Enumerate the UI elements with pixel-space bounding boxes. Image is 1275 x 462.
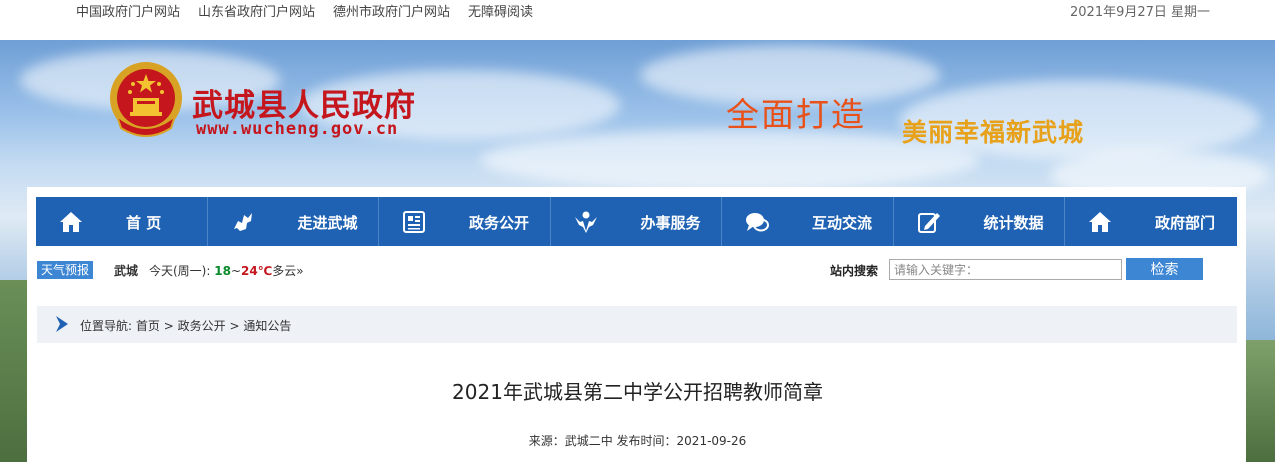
search-button[interactable]: 检索 [1126, 258, 1203, 280]
nav-about-wucheng[interactable]: 走进武城 [208, 197, 379, 246]
search-input[interactable] [889, 259, 1122, 280]
breadcrumb-prefix: 位置导航: [80, 319, 133, 333]
nav-services[interactable]: 办事服务 [551, 197, 722, 246]
search-label: 站内搜索 [830, 264, 879, 278]
top-link-accessibility[interactable]: 无障碍阅读 [468, 1, 533, 20]
top-link-dezhou-gov[interactable]: 德州市政府门户网站 [333, 1, 450, 20]
slogan-line-2: 美丽幸福新武城 [902, 118, 1085, 147]
weather-low: 18 [214, 264, 231, 278]
nav-interaction-label: 互动交流 [812, 214, 873, 232]
top-bar: 中国政府门户网站 山东省政府门户网站 德州市政府门户网站 无障碍阅读 2021年… [0, 0, 1275, 40]
breadcrumb-arrow-icon [56, 316, 68, 332]
nav-gov-affairs[interactable]: 政务公开 [379, 197, 551, 246]
article-title: 2021年武城县第二中学公开招聘教师简章 [452, 380, 823, 404]
top-link-shandong-gov[interactable]: 山东省政府门户网站 [198, 1, 315, 20]
weather-high: 24℃ [241, 264, 273, 278]
article-meta: 来源：武城二中 发布时间：2021-09-26 [528, 434, 747, 448]
chat-icon [746, 213, 769, 232]
nav-home-label: 首 页 [126, 214, 162, 232]
breadcrumb-gov-affairs[interactable]: 政务公开 [178, 319, 226, 333]
document-icon [403, 211, 425, 233]
weather-day: 今天(周一): [149, 264, 211, 278]
nav-statistics-label: 统计数据 [983, 214, 1044, 232]
top-links: 中国政府门户网站 山东省政府门户网站 德州市政府门户网站 无障碍阅读 [76, 1, 551, 20]
nav-about-label: 走进武城 [297, 214, 358, 232]
weather-forecast[interactable]: 今天(周一): 18~24℃多云» [149, 262, 304, 279]
nav-home[interactable]: 首 页 [36, 197, 208, 246]
weather-city: 武城 [114, 264, 139, 278]
slogan-line-1: 全面打造 [726, 95, 866, 134]
breadcrumb: 位置导航: 首页 > 政务公开 > 通知公告 [80, 319, 292, 333]
building-icon [1089, 212, 1111, 232]
current-date: 2021年9月27日 星期一 [1070, 5, 1211, 20]
nav-services-label: 办事服务 [640, 214, 701, 232]
nav-departments-label: 政府部门 [1155, 214, 1216, 232]
service-person-icon [574, 211, 597, 233]
nav-statistics[interactable]: 统计数据 [894, 197, 1065, 246]
nav-departments[interactable]: 政府部门 [1065, 197, 1237, 246]
edit-data-icon [917, 213, 940, 233]
map-icon [233, 213, 252, 231]
weather-sep: ~ [230, 264, 242, 278]
breadcrumb-home[interactable]: 首页 [136, 319, 160, 333]
top-link-central-gov[interactable]: 中国政府门户网站 [76, 1, 180, 20]
main-nav: 首 页 走进武城 政务公开 办事服务 互动交流 统计数据 政府部门 [36, 197, 1237, 246]
nav-gov-affairs-label: 政务公开 [469, 214, 530, 232]
nav-interaction[interactable]: 互动交流 [722, 197, 894, 246]
national-emblem-icon [110, 62, 182, 137]
home-icon [60, 212, 82, 232]
site-url: www.wucheng.gov.cn [196, 119, 399, 139]
weather-more-icon[interactable]: » [296, 264, 303, 278]
weather-desc: 多云 [272, 264, 297, 278]
breadcrumb-notices[interactable]: 通知公告 [243, 319, 291, 333]
weather-tag: 天气预报 [37, 261, 94, 279]
